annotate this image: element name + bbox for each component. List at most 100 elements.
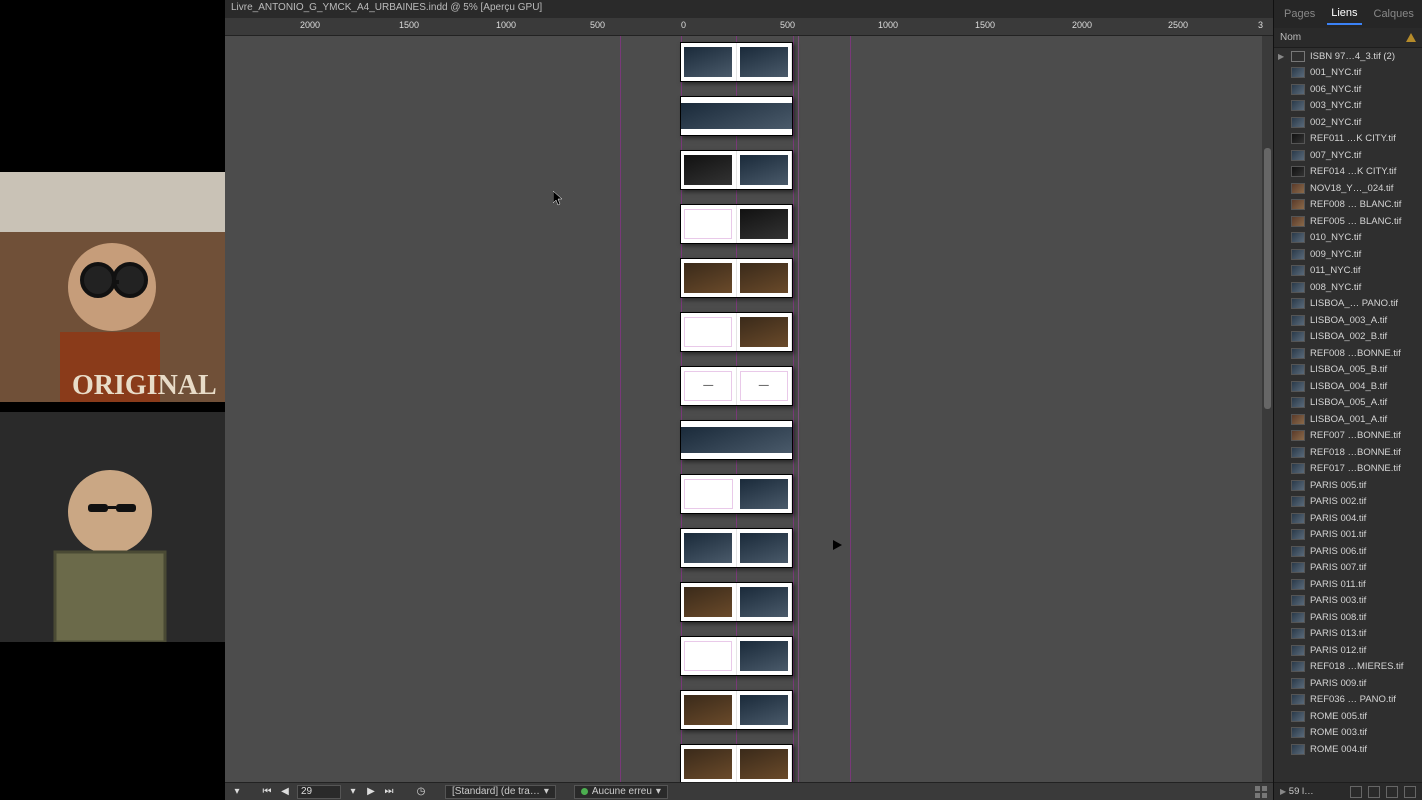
page-thumbnail[interactable] [740,47,788,77]
page-thumbnail[interactable] [684,479,733,509]
page-thumbnail[interactable] [740,533,788,563]
edit-original-icon[interactable] [1404,786,1416,798]
link-row[interactable]: LISBOA_… PANO.tif [1274,296,1422,313]
link-row[interactable]: PARIS 013.tif [1274,626,1422,643]
page-thumbnail[interactable] [684,155,732,185]
link-row[interactable]: PARIS 009.tif [1274,675,1422,692]
expand-icon[interactable]: ▶ [1278,52,1286,61]
page-spread[interactable] [680,42,793,82]
preflight-status[interactable]: Aucune erreu ▾ [574,785,668,799]
page-spread[interactable] [680,582,793,622]
prev-page-button[interactable]: ◀ [279,786,291,797]
page-thumbnail[interactable] [740,479,788,509]
page-thumbnail[interactable] [681,103,792,130]
links-list[interactable]: ▶ISBN 97…4_3.tif (2)001_NYC.tif006_NYC.t… [1274,48,1422,782]
page-thumbnail[interactable] [740,209,788,239]
link-row[interactable]: REF017 …BONNE.tif [1274,461,1422,478]
page-spread[interactable] [680,204,793,244]
zoom-dropdown-icon[interactable]: ▾ [231,786,243,797]
page-thumbnail[interactable] [740,695,788,725]
next-page-button[interactable]: ▶ [365,786,377,797]
page-thumbnail[interactable] [740,587,788,617]
link-row[interactable]: REF005 … BLANC.tif [1274,213,1422,230]
update-link-icon[interactable] [1386,786,1398,798]
link-row[interactable]: 009_NYC.tif [1274,246,1422,263]
tab-pages[interactable]: Pages [1280,4,1319,24]
page-thumbnail[interactable] [684,695,732,725]
link-row[interactable]: REF018 …BONNE.tif [1274,444,1422,461]
link-row[interactable]: PARIS 001.tif [1274,527,1422,544]
link-row[interactable]: 001_NYC.tif [1274,65,1422,82]
page-spread[interactable] [680,96,793,136]
link-row[interactable]: 011_NYC.tif [1274,263,1422,280]
tab-layers[interactable]: Calques [1370,4,1418,24]
layout-preset-dropdown[interactable]: [Standard] (de tra… ▾ [445,785,556,799]
page-thumbnail[interactable] [684,749,732,779]
link-row[interactable]: PARIS 005.tif [1274,477,1422,494]
goto-link-icon[interactable] [1368,786,1380,798]
link-row[interactable]: REF014 …K CITY.tif [1274,164,1422,181]
link-row[interactable]: PARIS 006.tif [1274,543,1422,560]
page-spread[interactable] [680,528,793,568]
link-row[interactable]: LISBOA_004_B.tif [1274,378,1422,395]
vertical-scrollbar[interactable] [1262,36,1273,782]
page-thumbnail[interactable] [684,209,732,239]
page-spread[interactable] [680,258,793,298]
link-row[interactable]: LISBOA_003_A.tif [1274,312,1422,329]
page-number-input[interactable] [297,785,341,799]
link-row[interactable]: 008_NYC.tif [1274,279,1422,296]
link-row[interactable]: 002_NYC.tif [1274,114,1422,131]
tab-links[interactable]: Liens [1327,3,1361,25]
link-row[interactable]: REF007 …BONNE.tif [1274,428,1422,445]
page-thumbnail[interactable] [684,587,732,617]
expand-footer-icon[interactable]: ▶ [1280,787,1286,796]
link-row[interactable]: ROME 003.tif [1274,725,1422,742]
link-row[interactable]: PARIS 008.tif [1274,609,1422,626]
page-thumbnail[interactable] [681,427,792,454]
link-row[interactable]: ROME 005.tif [1274,708,1422,725]
last-page-button[interactable]: ⏭ [383,786,395,797]
link-row[interactable]: NOV18_Y…_024.tif [1274,180,1422,197]
page-spread[interactable] [680,420,793,460]
page-thumbnail[interactable] [684,641,732,671]
page-spread[interactable]: —— [680,366,793,406]
page-dropdown-icon[interactable]: ▾ [347,786,359,797]
page-thumbnail[interactable]: — [684,371,732,401]
link-row[interactable]: ▶ISBN 97…4_3.tif (2) [1274,48,1422,65]
page-thumbnail[interactable] [684,47,732,77]
page-thumbnail[interactable] [684,263,732,293]
warning-icon[interactable] [1406,33,1416,42]
link-row[interactable]: PARIS 012.tif [1274,642,1422,659]
link-row[interactable]: PARIS 002.tif [1274,494,1422,511]
link-row[interactable]: PARIS 007.tif [1274,560,1422,577]
link-row[interactable]: 010_NYC.tif [1274,230,1422,247]
page-thumbnail[interactable] [740,317,788,347]
link-row[interactable]: REF008 … BLANC.tif [1274,197,1422,214]
page-spread[interactable] [680,150,793,190]
page-spread[interactable] [680,312,793,352]
link-row[interactable]: LISBOA_001_A.tif [1274,411,1422,428]
scrollbar-thumb[interactable] [1264,148,1271,409]
relink-icon[interactable] [1350,786,1362,798]
page-thumbnail[interactable] [740,263,788,293]
link-row[interactable]: LISBOA_005_A.tif [1274,395,1422,412]
link-row[interactable]: REF011 …K CITY.tif [1274,131,1422,148]
page-spread[interactable] [680,636,793,676]
first-page-button[interactable]: ⏮ [261,786,273,797]
page-thumbnail[interactable] [684,317,732,347]
link-row[interactable]: PARIS 011.tif [1274,576,1422,593]
preflight-icon[interactable]: ◷ [415,786,427,797]
page-spread[interactable] [680,690,793,730]
link-row[interactable]: ROME 004.tif [1274,741,1422,758]
page-spread[interactable] [680,474,793,514]
link-row[interactable]: REF036 … PANO.tif [1274,692,1422,709]
link-row[interactable]: 003_NYC.tif [1274,98,1422,115]
link-row[interactable]: 006_NYC.tif [1274,81,1422,98]
link-row[interactable]: LISBOA_005_B.tif [1274,362,1422,379]
page-thumbnail[interactable] [684,533,732,563]
link-row[interactable]: REF018 …MIERES.tif [1274,659,1422,676]
link-row[interactable]: 007_NYC.tif [1274,147,1422,164]
link-row[interactable]: PARIS 004.tif [1274,510,1422,527]
link-row[interactable]: LISBOA_002_B.tif [1274,329,1422,346]
page-thumbnail[interactable]: — [740,371,788,401]
